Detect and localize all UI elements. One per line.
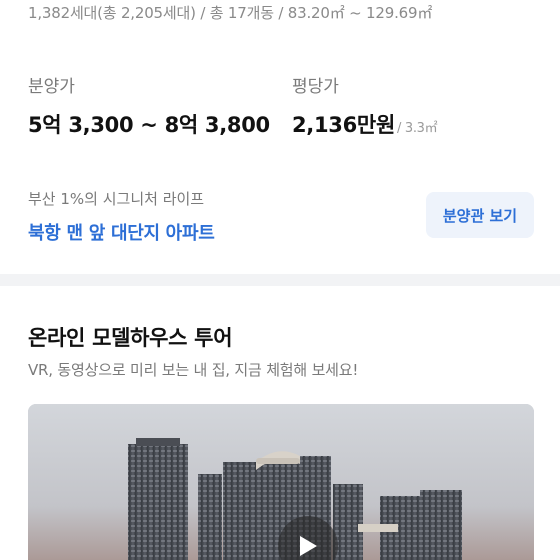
per-pyeong-label: 평당가 [292, 77, 339, 97]
play-icon [300, 536, 317, 556]
sale-price-block: 분양가 5억 3,300 ~ 8억 3,800 [28, 72, 270, 139]
tour-section-subtitle: VR, 동영상으로 미리 보는 내 집, 지금 체험해 보세요! [28, 361, 359, 379]
complex-summary: 1,382세대(총 2,205세대) / 총 17개동 / 83.20㎡ ~ 1… [28, 4, 433, 22]
promo-headline[interactable]: 북항 맨 앞 대단지 아파트 [28, 219, 215, 245]
promo-block: 부산 1%의 시그니처 라이프 북항 맨 앞 대단지 아파트 [28, 188, 215, 245]
per-pyeong-unit: / 3.3㎡ [396, 121, 438, 136]
promo-subtitle: 부산 1%의 시그니처 라이프 [28, 190, 205, 208]
section-divider [0, 274, 560, 286]
view-sales-office-button[interactable]: 분양관 보기 [426, 192, 534, 238]
sale-price-value: 5억 3,300 ~ 8억 3,800 [28, 113, 270, 137]
per-pyeong-value: 2,136만원 [292, 113, 395, 137]
sale-price-label: 분양가 [28, 77, 75, 97]
per-pyeong-price-block: 평당가 2,136만원/ 3.3㎡ [292, 72, 438, 139]
per-pyeong-value-row: 2,136만원/ 3.3㎡ [292, 109, 438, 139]
tour-video-thumbnail[interactable] [28, 404, 534, 560]
tour-section-title: 온라인 모델하우스 투어 [28, 326, 233, 350]
